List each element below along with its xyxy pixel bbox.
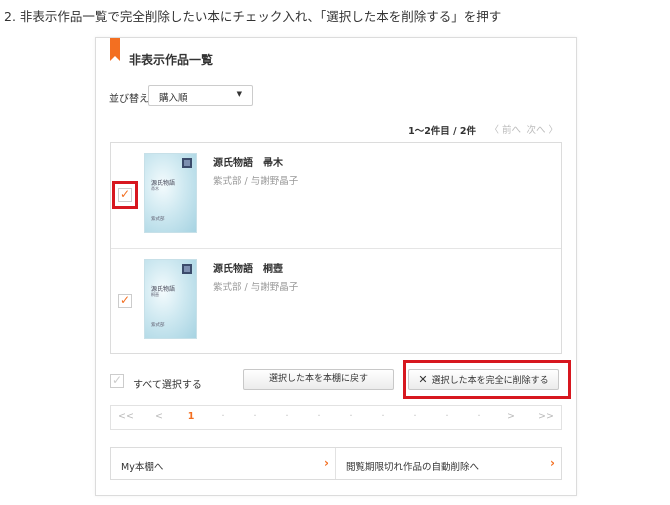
publisher-logo-icon — [182, 264, 192, 274]
pager-dot: · — [317, 411, 321, 422]
list-item: ✓ 源氏物語 帚木 紫式部 源氏物語 帚木 紫式部 / 与謝野晶子 — [111, 143, 561, 249]
cover-publisher: 紫式部 — [151, 323, 165, 328]
sort-label: 並び替え — [109, 94, 149, 105]
select-all-label[interactable]: すべて選択する — [133, 376, 202, 391]
select-all-checkbox[interactable]: ✓ — [110, 373, 124, 388]
restore-to-shelf-button[interactable]: 選択した本を本棚に戻す — [243, 369, 394, 390]
pager: << < 1 · · · · · · · · · > >> — [110, 405, 562, 430]
book-author: 紫式部 / 与謝野晶子 — [213, 176, 299, 187]
check-icon: ✓ — [120, 187, 131, 201]
publisher-logo-icon — [182, 158, 192, 168]
hidden-works-panel: 非表示作品一覧 並び替え 購入順 ▼ 1〜2件目 / 2件 〈 前へ 次へ 〉 … — [95, 37, 577, 496]
pager-last[interactable]: >> — [531, 411, 561, 422]
pager-next[interactable]: > — [496, 411, 526, 422]
my-shelf-link[interactable]: My本棚へ › — [111, 448, 336, 479]
sort-selected-value: 購入順 — [159, 93, 188, 104]
pager-dot: · — [285, 411, 289, 422]
chevron-right-icon: › — [550, 456, 555, 470]
check-icon: ✓ — [112, 373, 123, 387]
book-checkbox[interactable]: ✓ — [118, 187, 132, 202]
delete-button-label: 選択した本を完全に削除する — [431, 376, 549, 386]
auto-delete-label: 閲覧期限切れ作品の自動削除へ — [346, 462, 480, 473]
my-shelf-label: My本棚へ — [121, 462, 164, 473]
pager-dot: · — [381, 411, 385, 422]
cover-publisher: 紫式部 — [151, 217, 165, 222]
pager-prev[interactable]: < — [144, 411, 174, 422]
pager-dot: · — [349, 411, 353, 422]
cover-subtitle: 帚木 — [151, 186, 159, 191]
list-item: ✓ 源氏物語 桐壺 紫式部 源氏物語 桐壺 紫式部 / 与謝野晶子 — [111, 249, 561, 355]
book-list: ✓ 源氏物語 帚木 紫式部 源氏物語 帚木 紫式部 / 与謝野晶子 ✓ 源氏物語… — [110, 142, 562, 354]
book-title[interactable]: 源氏物語 帚木 — [213, 154, 283, 169]
chevron-right-icon: › — [324, 456, 329, 470]
sort-select[interactable]: 購入順 ▼ — [148, 85, 253, 106]
check-icon: ✓ — [120, 293, 131, 307]
book-title[interactable]: 源氏物語 桐壺 — [213, 260, 283, 275]
pager-first[interactable]: << — [111, 411, 141, 422]
delete-permanently-button[interactable]: ✕ 選択した本を完全に削除する — [408, 369, 559, 390]
pager-dot: · — [477, 411, 481, 422]
book-cover[interactable]: 源氏物語 帚木 紫式部 — [144, 153, 197, 233]
pager-dot: · — [221, 411, 225, 422]
close-icon: ✕ — [418, 373, 428, 386]
book-cover[interactable]: 源氏物語 桐壺 紫式部 — [144, 259, 197, 339]
pager-dot: · — [253, 411, 257, 422]
paging-info: 1〜2件目 / 2件 — [408, 126, 476, 137]
footer-nav: My本棚へ › 閲覧期限切れ作品の自動削除へ › — [110, 447, 562, 480]
pager-dot: · — [413, 411, 417, 422]
next-page-link[interactable]: 次へ 〉 — [526, 122, 558, 136]
caret-down-icon: ▼ — [236, 90, 242, 98]
bookmark-icon — [110, 38, 120, 61]
panel-title: 非表示作品一覧 — [129, 53, 214, 67]
prev-page-link[interactable]: 〈 前へ — [489, 122, 521, 136]
instruction-text: 2. 非表示作品一覧で完全削除したい本にチェック入れ、「選択した本を削除する」を… — [4, 9, 502, 24]
cover-subtitle: 桐壺 — [151, 292, 159, 297]
auto-delete-link[interactable]: 閲覧期限切れ作品の自動削除へ › — [336, 448, 561, 479]
pager-current[interactable]: 1 — [176, 411, 206, 422]
book-checkbox[interactable]: ✓ — [118, 293, 132, 308]
pager-dot: · — [445, 411, 449, 422]
book-author: 紫式部 / 与謝野晶子 — [213, 282, 299, 293]
